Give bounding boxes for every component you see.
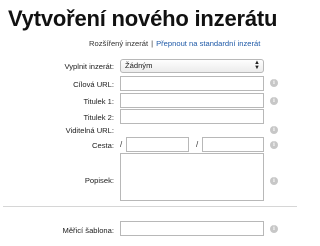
- path2-input[interactable]: [202, 137, 264, 152]
- fill-ad-select[interactable]: Žádným ▲ ▼: [120, 59, 264, 73]
- display-url-label: Viditelná URL:: [65, 126, 114, 135]
- info-icon[interactable]: i: [270, 79, 278, 87]
- current-mode-label: Rozšířený inzerát: [89, 39, 149, 48]
- fill-ad-selected-value: Žádným: [125, 61, 153, 70]
- page-title: Vytvoření nového inzerátu: [8, 6, 278, 31]
- target-url-label: Cílová URL:: [73, 80, 114, 89]
- path1-input[interactable]: [126, 137, 189, 152]
- ad-mode-bar: Rozšířený inzerát | Přepnout na standardní…: [89, 39, 260, 48]
- description-textarea[interactable]: [120, 153, 264, 201]
- fill-ad-label: Vyplnit inzerát:: [64, 62, 114, 71]
- info-icon[interactable]: i: [270, 126, 278, 134]
- description-label: Popisek:: [84, 176, 114, 185]
- target-url-input[interactable]: [120, 76, 264, 91]
- info-icon[interactable]: i: [270, 97, 278, 105]
- path-slash-2: /: [196, 140, 199, 149]
- section-divider: [3, 206, 297, 207]
- headline2-input[interactable]: [120, 109, 264, 124]
- switch-to-standard-ad-link[interactable]: Přepnout na standardní inzerát: [156, 39, 260, 48]
- select-arrows-icon: ▲ ▼: [254, 60, 260, 71]
- headline1-label: Titulek 1:: [83, 97, 114, 106]
- tracking-template-input[interactable]: [120, 221, 264, 236]
- info-icon[interactable]: i: [270, 177, 278, 185]
- info-icon[interactable]: i: [270, 141, 278, 149]
- mode-separator: |: [151, 39, 154, 48]
- path-label: Cesta:: [92, 141, 114, 150]
- ad-create-page: Vytvoření nového inzerátu Rozšířený inze…: [0, 0, 300, 246]
- path-slash-1: /: [120, 140, 123, 149]
- tracking-template-label: Měřicí šablona:: [62, 226, 115, 235]
- headline1-input[interactable]: [120, 93, 264, 108]
- info-icon[interactable]: i: [270, 225, 278, 233]
- headline2-label: Titulek 2:: [83, 113, 114, 122]
